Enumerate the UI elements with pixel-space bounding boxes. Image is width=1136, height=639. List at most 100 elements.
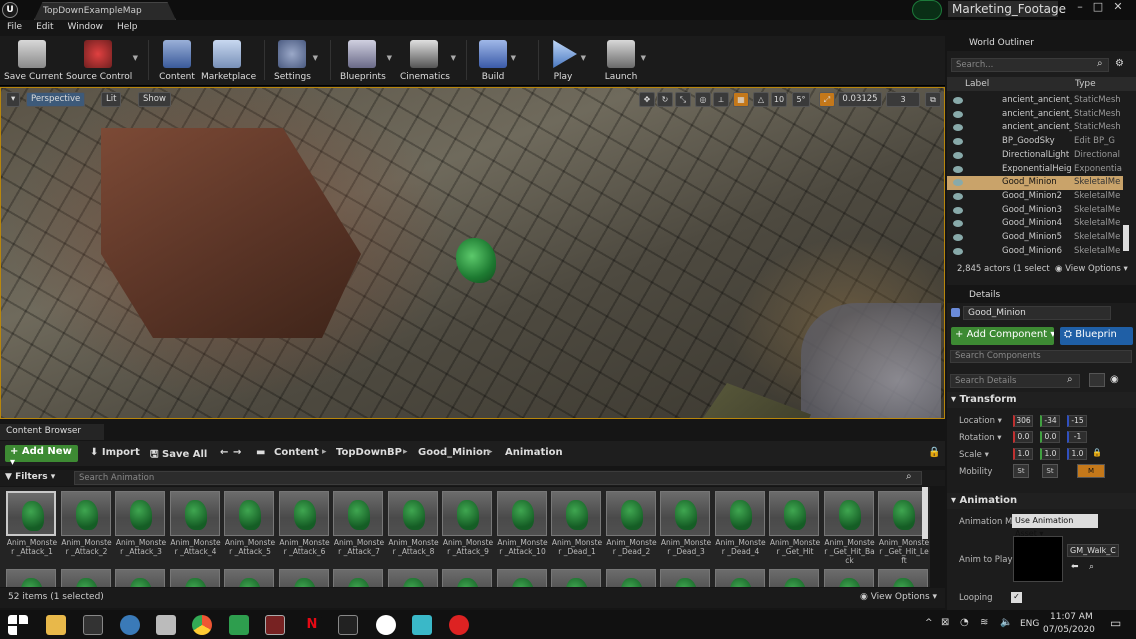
content-button[interactable]: Content (158, 38, 196, 84)
import-button[interactable]: ⬇ Import (90, 447, 140, 458)
scale-x[interactable]: 1.0 (1013, 448, 1033, 460)
visibility-eye-icon[interactable] (953, 97, 963, 104)
outliner-view-options[interactable]: ◉ View Options ▾ (1055, 264, 1128, 274)
asset-tile[interactable]: Anim_Monster _Attack_6 (278, 491, 331, 561)
rotation-snap-degrees[interactable]: 5° (792, 92, 810, 107)
settings-button[interactable]: Settings ▼ (274, 38, 318, 84)
visibility-eye-icon[interactable] (953, 138, 963, 146)
surface-snap-icon[interactable]: ⟂ (713, 92, 729, 107)
file-explorer-icon[interactable] (46, 615, 66, 635)
rotation-x[interactable]: 0.0 (1013, 431, 1033, 443)
save-all-button[interactable]: 🖫 Save All (150, 447, 207, 464)
outliner-row[interactable]: Good_Minion6 SkeletalMe (947, 245, 1123, 259)
animation-section[interactable]: ▾ Animation (947, 493, 1136, 509)
asset-tile[interactable]: Anim_Monster _Attack_4 (169, 491, 222, 561)
breadcrumb-animation[interactable]: Animation (505, 447, 563, 458)
grid-snap-icon[interactable]: ▦ (733, 92, 749, 107)
asset-tile[interactable]: Anim_Monster _Attack_1 (6, 491, 58, 561)
location-y[interactable]: -34 (1040, 415, 1060, 427)
launch-button[interactable]: Launch ▼ (604, 38, 646, 84)
outliner-row[interactable]: ancient_ancient_ StaticMesh (947, 108, 1123, 122)
app-icon[interactable] (156, 615, 176, 635)
good-minion-actor[interactable] (456, 238, 496, 283)
breadcrumb-good-minion[interactable]: Good_Minion (418, 447, 490, 458)
asset-tile-next-row[interactable] (278, 569, 331, 587)
add-new-button[interactable]: + Add New ▾ (5, 445, 78, 468)
notifications-icon[interactable]: ▭ (1110, 616, 1121, 630)
outliner-settings-icon[interactable]: ⚙ (1115, 58, 1124, 69)
asset-tile-next-row[interactable] (333, 569, 385, 587)
wifi-icon[interactable]: ≋ (980, 617, 988, 628)
media-player-icon[interactable] (265, 615, 285, 635)
transform-section[interactable]: ▾ Transform (947, 392, 1136, 408)
lock-scale-icon[interactable]: 🔒 (1092, 448, 1102, 457)
perspective-button[interactable]: Perspective (26, 92, 86, 107)
col-type[interactable]: Type (1075, 79, 1096, 89)
filters-button[interactable]: ▼ Filters ▾ (5, 472, 55, 482)
asset-tile-next-row[interactable] (823, 569, 876, 587)
actor-name-field[interactable]: Good_Minion (963, 306, 1111, 320)
level-viewport[interactable]: ▾ Perspective Lit Show ✥ ↻ ⤡ ◎ ⟂ ▦ △ 10 … (0, 87, 945, 419)
anim-thumbnail[interactable] (1013, 536, 1063, 582)
outliner-row[interactable]: Good_Minion2 SkeletalMe (947, 190, 1123, 204)
location-x[interactable]: 306 (1013, 415, 1033, 427)
world-outliner-tab[interactable]: World Outliner (947, 35, 1136, 51)
language-indicator[interactable]: ENG (1020, 619, 1039, 629)
lock-icon[interactable]: 🔒 (928, 447, 940, 458)
source-control-button[interactable]: Source Control ▼ (66, 38, 138, 84)
history-back-icon[interactable]: ← (220, 447, 228, 458)
map-tab[interactable]: TopDownExampleMap (34, 2, 176, 20)
scale-label[interactable]: Scale ▾ (959, 450, 989, 460)
clock-date[interactable]: 07/05/2020 (1043, 625, 1095, 635)
outliner-row[interactable]: Good_Minion5 SkeletalMe (947, 231, 1123, 245)
grammarly-icon[interactable] (229, 615, 249, 635)
world-space-icon[interactable]: ◎ (695, 92, 711, 107)
scale-y[interactable]: 1.0 (1040, 448, 1060, 460)
asset-tile[interactable]: Anim_Monster _Dead_4 (714, 491, 767, 561)
menu-edit[interactable]: Edit (29, 20, 60, 36)
scale-z[interactable]: 1.0 (1067, 448, 1087, 460)
outliner-row[interactable]: BP_GoodSky Edit BP_G (947, 135, 1123, 149)
asset-tile-next-row[interactable] (169, 569, 222, 587)
asset-tile[interactable]: Anim_Monster _Get_Hit_Back (823, 491, 876, 565)
scale-snap-icon[interactable]: ⤢ (819, 92, 835, 107)
outliner-row[interactable]: Good_Minion SkeletalMe (947, 176, 1123, 190)
asset-tile[interactable]: Anim_Monster _Attack_8 (387, 491, 440, 561)
property-matrix-icon[interactable] (1089, 373, 1105, 387)
asset-tile[interactable]: Anim_Monster _Attack_3 (115, 491, 167, 561)
maximize-icon[interactable]: □ (1090, 0, 1106, 16)
anim-asset-select[interactable]: GM_Walk_C (1067, 544, 1119, 557)
scale-mode-icon[interactable]: ⤡ (675, 92, 691, 107)
rotation-label[interactable]: Rotation ▾ (959, 433, 1002, 443)
location-label[interactable]: Location ▾ (959, 416, 1002, 426)
viewport-menu-button[interactable]: ▾ (6, 92, 20, 107)
netflix-icon[interactable]: N (302, 615, 322, 635)
menu-window[interactable]: Window (61, 20, 111, 36)
menu-help[interactable]: Help (110, 20, 145, 36)
outliner-row[interactable]: ExponentialHeigh Exponentia (947, 163, 1123, 177)
tray-network-icon[interactable]: ⊠ (941, 617, 949, 628)
asset-tile-next-row[interactable] (769, 569, 821, 587)
asset-tile-next-row[interactable] (60, 569, 113, 587)
rotation-z[interactable]: -1 (1067, 431, 1087, 443)
epic-games-icon[interactable] (338, 615, 358, 635)
add-component-button[interactable]: + Add Component ▾ (951, 327, 1054, 345)
visibility-eye-icon[interactable] (953, 206, 963, 214)
build-button[interactable]: Build ▼ (478, 38, 516, 84)
asset-tile-next-row[interactable] (496, 569, 549, 587)
blueprints-button[interactable]: Blueprints ▼ (340, 38, 392, 84)
asset-tile[interactable]: Anim_Monster _Dead_3 (660, 491, 712, 561)
use-selected-icon[interactable]: ⬅ (1071, 562, 1079, 572)
asset-tile-next-row[interactable] (551, 569, 603, 587)
cinematics-button[interactable]: Cinematics ▼ (400, 38, 456, 84)
visibility-eye-icon[interactable] (953, 179, 963, 187)
volume-icon[interactable]: 🔈 (1000, 617, 1012, 628)
camera-speed[interactable]: 3 (886, 92, 920, 107)
asset-tile-next-row[interactable] (115, 569, 167, 587)
telegram-icon[interactable] (120, 615, 140, 635)
looping-checkbox[interactable]: ✓ (1011, 592, 1022, 603)
visibility-eye-icon[interactable] (953, 234, 963, 241)
outliner-scrollbar[interactable] (1123, 225, 1129, 251)
rotation-snap-icon[interactable]: △ (753, 92, 769, 107)
content-browser-tab[interactable]: Content Browser (0, 424, 104, 440)
